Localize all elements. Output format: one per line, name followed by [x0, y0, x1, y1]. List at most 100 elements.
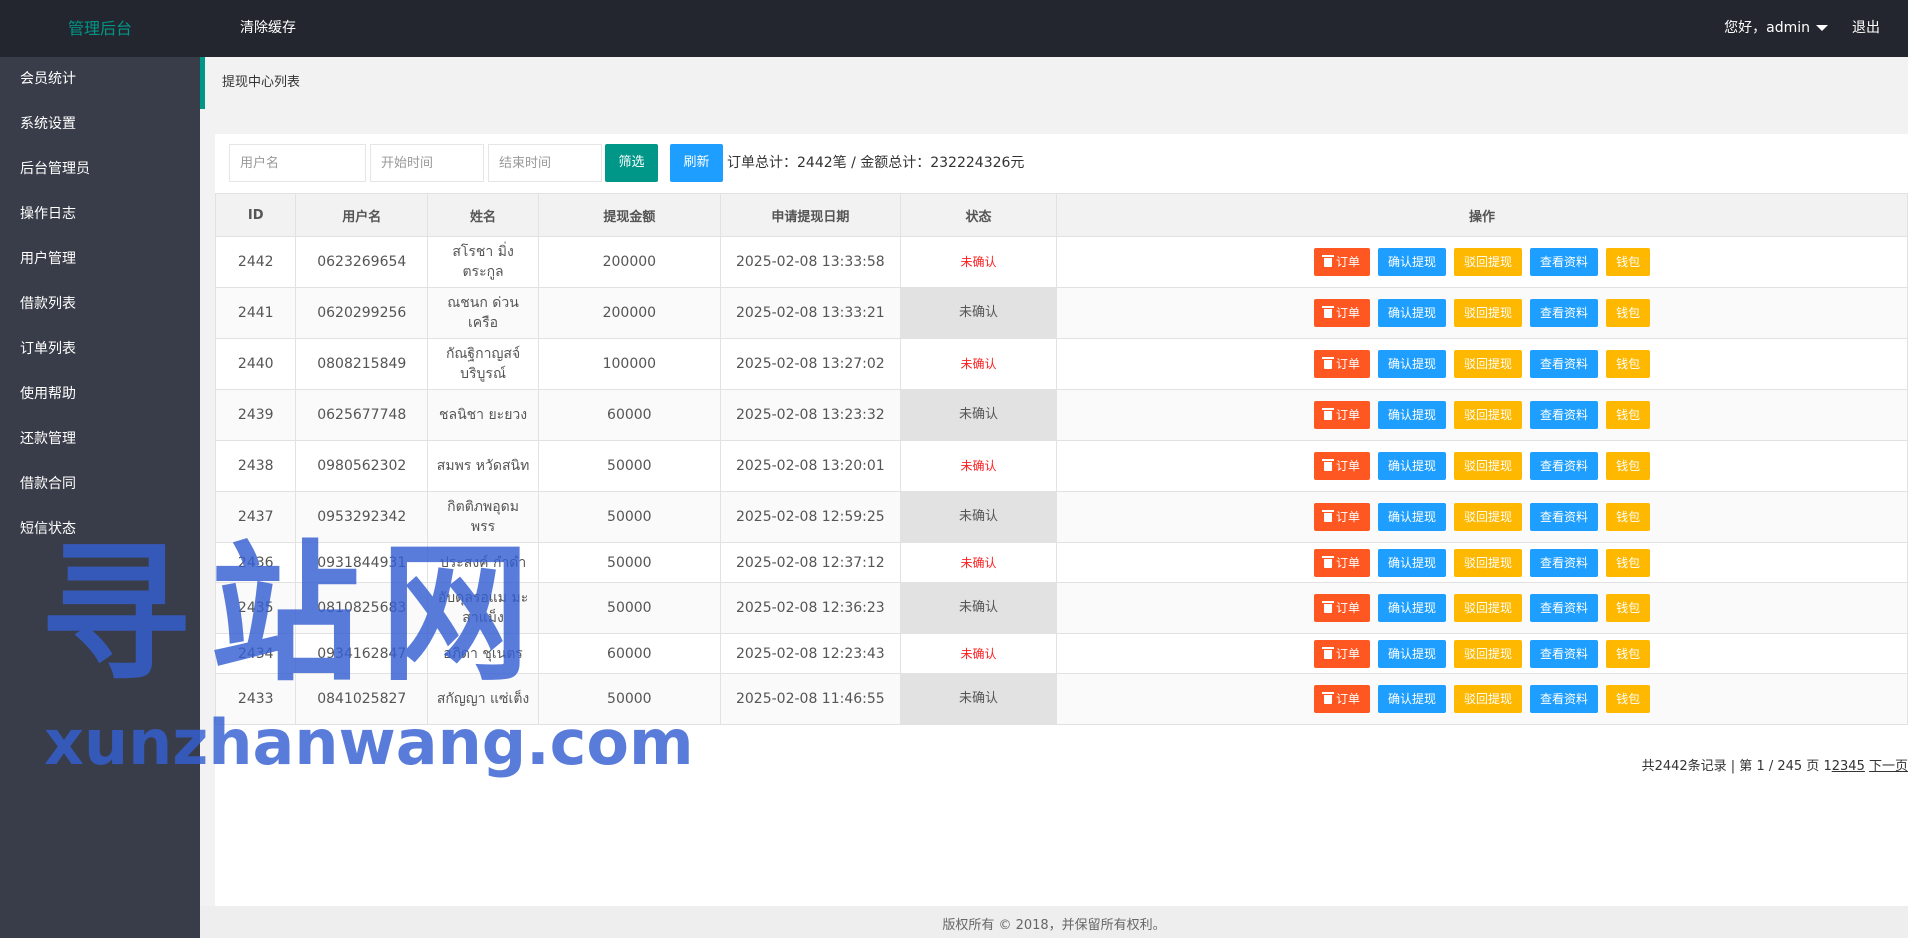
action-label: 确认提现: [1388, 646, 1437, 661]
confirm-withdraw-button[interactable]: 确认提现: [1378, 548, 1447, 577]
order-button[interactable]: 订单: [1314, 685, 1371, 713]
reject-withdraw-button[interactable]: 驳回提现: [1454, 639, 1523, 668]
sidebar-item[interactable]: 系统设置: [0, 102, 200, 147]
action-label: 驳回提现: [1464, 646, 1513, 661]
status-badge: 未确认: [900, 389, 1058, 441]
cell-amount: 50000: [538, 582, 721, 634]
sidebar-item[interactable]: 借款列表: [0, 282, 200, 327]
start-time-input[interactable]: [370, 144, 484, 182]
order-button[interactable]: 订单: [1314, 503, 1371, 531]
confirm-withdraw-button[interactable]: 确认提现: [1378, 594, 1447, 622]
reject-withdraw-button[interactable]: 驳回提现: [1454, 548, 1523, 577]
sidebar-item[interactable]: 用户管理: [0, 237, 200, 282]
cell-amount: 50000: [538, 440, 721, 492]
order-summary: 订单总计：2442笔 / 金额总计：232224326元: [727, 155, 1025, 171]
clear-cache-link[interactable]: 清除缓存: [240, 0, 296, 57]
cell-username: 0841025827: [295, 673, 429, 725]
page-number-link[interactable]: 4: [1848, 759, 1856, 774]
table-row: 2434 0934162847 อภิดา ชุเนตร 60000 2025-02-0…: [214, 633, 1908, 674]
cell-date: 2025-02-08 13:33:21: [719, 287, 902, 339]
wallet-button[interactable]: 钱包: [1606, 401, 1651, 429]
wallet-button[interactable]: 钱包: [1606, 452, 1651, 480]
wallet-button[interactable]: 钱包: [1606, 299, 1651, 327]
sidebar-item[interactable]: 短信状态: [0, 507, 200, 552]
view-profile-button[interactable]: 查看资料: [1530, 350, 1599, 378]
view-profile-button[interactable]: 查看资料: [1530, 639, 1599, 668]
order-button[interactable]: 订单: [1314, 639, 1371, 668]
confirm-withdraw-button[interactable]: 确认提现: [1378, 452, 1447, 480]
col-header-name: 姓名: [427, 193, 540, 237]
reject-withdraw-button[interactable]: 驳回提现: [1454, 594, 1523, 622]
logout-link[interactable]: 退出: [1852, 0, 1880, 57]
reject-withdraw-button[interactable]: 驳回提现: [1454, 452, 1523, 480]
cell-actions: 订单 确认提现 驳回提现 查看资料 钱包: [1056, 287, 1908, 339]
end-time-input[interactable]: [488, 144, 602, 182]
confirm-withdraw-button[interactable]: 确认提现: [1378, 401, 1447, 429]
order-button[interactable]: 订单: [1314, 594, 1371, 622]
sidebar-item[interactable]: 订单列表: [0, 327, 200, 372]
view-profile-button[interactable]: 查看资料: [1530, 594, 1599, 622]
sidebar-item[interactable]: 还款管理: [0, 417, 200, 462]
cell-id: 2433: [214, 673, 297, 725]
reject-withdraw-button[interactable]: 驳回提现: [1454, 248, 1523, 276]
view-profile-button[interactable]: 查看资料: [1530, 685, 1599, 713]
confirm-withdraw-button[interactable]: 确认提现: [1378, 503, 1447, 531]
status-badge: 未确认: [900, 542, 1058, 583]
sidebar-item[interactable]: 后台管理员: [0, 147, 200, 192]
reject-withdraw-button[interactable]: 驳回提现: [1454, 685, 1523, 713]
cell-username: 0934162847: [295, 633, 429, 674]
wallet-button[interactable]: 钱包: [1606, 548, 1651, 577]
app-logo: 管理后台: [67, 19, 132, 38]
order-button[interactable]: 订单: [1314, 401, 1371, 429]
cell-date: 2025-02-08 13:20:01: [719, 440, 902, 492]
page-number-link[interactable]: 2: [1832, 759, 1840, 774]
confirm-withdraw-button[interactable]: 确认提现: [1378, 639, 1447, 668]
wallet-button[interactable]: 钱包: [1606, 350, 1651, 378]
reject-withdraw-button[interactable]: 驳回提现: [1454, 503, 1523, 531]
order-button[interactable]: 订单: [1314, 350, 1371, 378]
wallet-button[interactable]: 钱包: [1606, 639, 1651, 668]
cell-id: 2439: [214, 389, 297, 441]
username-input[interactable]: [229, 144, 366, 182]
wallet-button[interactable]: 钱包: [1606, 594, 1651, 622]
order-button[interactable]: 订单: [1314, 299, 1371, 327]
refresh-button[interactable]: 刷新: [670, 144, 723, 182]
trash-icon: [1322, 555, 1334, 568]
next-page-link[interactable]: 下一页: [1869, 759, 1908, 774]
wallet-button[interactable]: 钱包: [1606, 248, 1651, 276]
cell-name: ณชนก ด่วนเครือ: [427, 287, 540, 339]
view-profile-button[interactable]: 查看资料: [1530, 503, 1599, 531]
sidebar-item[interactable]: 操作日志: [0, 192, 200, 237]
view-profile-button[interactable]: 查看资料: [1530, 248, 1599, 276]
action-label: 驳回提现: [1464, 357, 1513, 371]
action-label: 查看资料: [1540, 357, 1589, 371]
order-button[interactable]: 订单: [1314, 548, 1371, 577]
order-button[interactable]: 订单: [1314, 248, 1371, 276]
cell-actions: 订单 确认提现 驳回提现 查看资料 钱包: [1056, 440, 1908, 492]
reject-withdraw-button[interactable]: 驳回提现: [1454, 401, 1523, 429]
confirm-withdraw-button[interactable]: 确认提现: [1378, 248, 1447, 276]
page-number-link[interactable]: 5: [1857, 759, 1865, 774]
reject-withdraw-button[interactable]: 驳回提现: [1454, 350, 1523, 378]
cell-name: อภิดา ชุเนตร: [427, 633, 540, 674]
sidebar-item[interactable]: 会员统计: [0, 57, 200, 102]
user-menu[interactable]: 您好，admin: [1724, 0, 1828, 57]
view-profile-button[interactable]: 查看资料: [1530, 452, 1599, 480]
cell-amount: 60000: [538, 389, 721, 441]
filter-button[interactable]: 筛选: [605, 144, 658, 182]
page-number-link[interactable]: 1: [1823, 759, 1831, 774]
content-panel: 筛选 刷新 订单总计：2442笔 / 金额总计：232224326元 ID 用户…: [214, 134, 1908, 938]
confirm-withdraw-button[interactable]: 确认提现: [1378, 685, 1447, 713]
sidebar-item[interactable]: 使用帮助: [0, 372, 200, 417]
view-profile-button[interactable]: 查看资料: [1530, 401, 1599, 429]
wallet-button[interactable]: 钱包: [1606, 503, 1651, 531]
confirm-withdraw-button[interactable]: 确认提现: [1378, 350, 1447, 378]
order-button[interactable]: 订单: [1314, 452, 1371, 480]
view-profile-button[interactable]: 查看资料: [1530, 299, 1599, 327]
reject-withdraw-button[interactable]: 驳回提现: [1454, 299, 1523, 327]
sidebar-item[interactable]: 借款合同: [0, 462, 200, 507]
view-profile-button[interactable]: 查看资料: [1530, 548, 1599, 577]
confirm-withdraw-button[interactable]: 确认提现: [1378, 299, 1447, 327]
pagination: 共2442条记录 | 第 1 / 245 页 12345 下一页: [1642, 757, 1908, 777]
wallet-button[interactable]: 钱包: [1606, 685, 1651, 713]
